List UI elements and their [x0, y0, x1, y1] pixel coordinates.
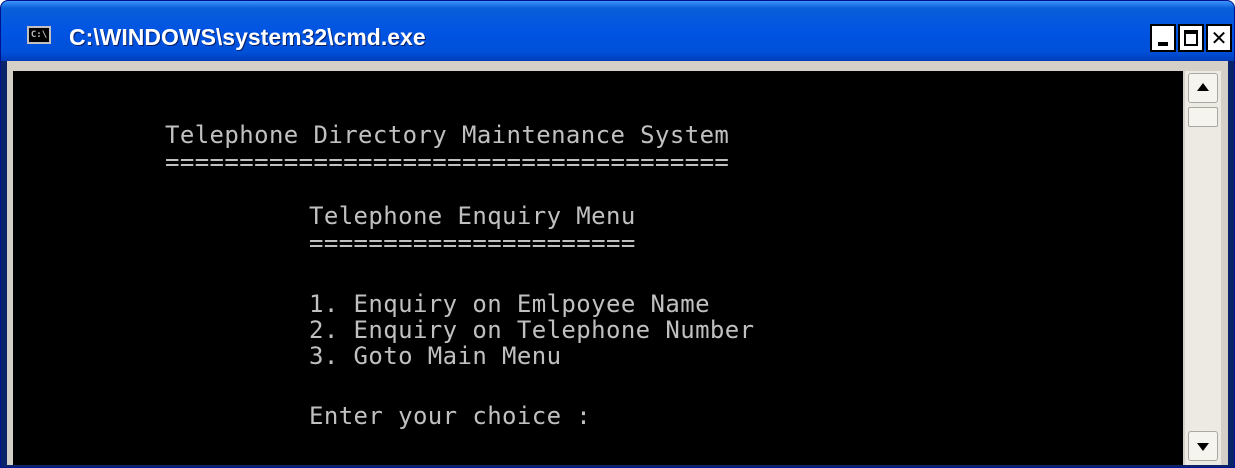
console-output[interactable]: Telephone Directory Maintenance System =…	[13, 71, 1183, 465]
close-button[interactable]: ✕	[1206, 24, 1232, 52]
scroll-up-button[interactable]	[1188, 73, 1218, 103]
vertical-scrollbar[interactable]	[1185, 71, 1221, 465]
menu-title: Telephone Enquiry Menu	[309, 202, 636, 230]
window-title: C:\WINDOWS\system32\cmd.exe	[69, 24, 426, 50]
minimize-button[interactable]	[1150, 24, 1176, 52]
menu-rule: ======================	[309, 229, 636, 257]
console-icon[interactable]: C:\	[27, 26, 51, 44]
title-bar[interactable]: C:\ C:\WINDOWS\system32\cmd.exe ✕	[1, 1, 1234, 61]
menu-option-1: 1. Enquiry on Emlpoyee Name	[309, 290, 710, 318]
scroll-up-arrow-icon	[1197, 83, 1209, 91]
header-rule: ======================================	[165, 148, 730, 176]
header-title: Telephone Directory Maintenance System	[165, 121, 730, 149]
menu-option-2: 2. Enquiry on Telephone Number	[309, 316, 755, 344]
choice-prompt: Enter your choice :	[309, 402, 592, 430]
console-window: C:\ C:\WINDOWS\system32\cmd.exe ✕ Teleph…	[0, 0, 1235, 468]
menu-option-3: 3. Goto Main Menu	[309, 342, 562, 370]
scroll-down-arrow-icon	[1197, 443, 1209, 451]
close-icon: ✕	[1210, 26, 1228, 50]
scroll-down-button[interactable]	[1188, 431, 1218, 461]
maximize-icon	[1184, 30, 1198, 46]
scroll-thumb[interactable]	[1188, 107, 1218, 127]
maximize-button[interactable]	[1178, 24, 1204, 52]
minimize-icon	[1158, 42, 1168, 46]
